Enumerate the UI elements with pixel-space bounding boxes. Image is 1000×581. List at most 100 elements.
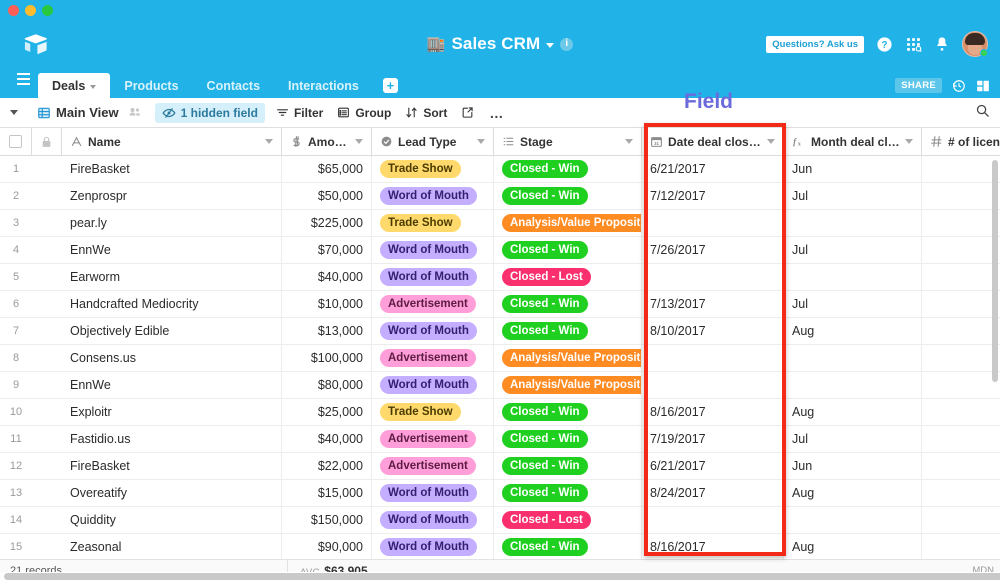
cell-lead[interactable]: Word of Mouth	[372, 237, 494, 263]
history-clock-icon[interactable]	[952, 79, 966, 93]
cell-amount[interactable]: $13,000	[282, 318, 372, 344]
cell-stage[interactable]: Analysis/Value Proposition	[494, 372, 642, 398]
column-menu-caret-icon-stage[interactable]	[625, 139, 633, 144]
cell-lic[interactable]	[922, 156, 1000, 182]
row-height-button[interactable]	[454, 103, 481, 122]
cell-lead[interactable]: Word of Mouth	[372, 318, 494, 344]
table-row[interactable]: 8Consens.us$100,000AdvertisementAnalysis…	[0, 345, 1000, 372]
horizontal-scrollbar-thumb[interactable]	[4, 573, 1000, 580]
cell-lead[interactable]: Word of Mouth	[372, 372, 494, 398]
cell-stage[interactable]: Closed - Lost	[494, 264, 642, 290]
table-row[interactable]: 9EnnWe$80,000Word of MouthAnalysis/Value…	[0, 372, 1000, 399]
cell-lead[interactable]: Advertisement	[372, 291, 494, 317]
base-name[interactable]: Sales CRM	[451, 34, 540, 54]
column-header-stage[interactable]: Stage	[494, 128, 642, 155]
sort-button[interactable]: Sort	[398, 103, 454, 123]
cell-month[interactable]	[784, 210, 922, 236]
cell-lic[interactable]	[922, 480, 1000, 506]
cell-date[interactable]: 8/16/2017	[642, 399, 784, 425]
cell-name[interactable]: Fastidio.us	[62, 426, 282, 452]
cell-amount[interactable]: $100,000	[282, 345, 372, 371]
cell-month[interactable]: Jun	[784, 453, 922, 479]
cell-amount[interactable]: $225,000	[282, 210, 372, 236]
cell-stage[interactable]: Closed - Win	[494, 426, 642, 452]
cell-lic[interactable]	[922, 345, 1000, 371]
cell-stage[interactable]: Closed - Win	[494, 453, 642, 479]
cell-name[interactable]: Quiddity	[62, 507, 282, 533]
cell-name[interactable]: FireBasket	[62, 156, 282, 182]
blocks-icon[interactable]	[976, 79, 990, 93]
notifications-bell-icon[interactable]	[934, 36, 950, 52]
cell-stage[interactable]: Closed - Win	[494, 480, 642, 506]
cell-amount[interactable]: $80,000	[282, 372, 372, 398]
cell-lic[interactable]	[922, 426, 1000, 452]
column-menu-caret-icon-amount[interactable]	[355, 139, 363, 144]
tab-interactions[interactable]: Interactions	[274, 73, 373, 98]
apps-grid-icon[interactable]	[905, 36, 922, 53]
cell-lead[interactable]: Word of Mouth	[372, 534, 494, 559]
grid-vertical-scrollbar[interactable]	[992, 160, 998, 382]
cell-month[interactable]	[784, 264, 922, 290]
cell-month[interactable]: Aug	[784, 534, 922, 559]
cell-stage[interactable]: Closed - Win	[494, 237, 642, 263]
cell-date[interactable]: 6/21/2017	[642, 453, 784, 479]
cell-month[interactable]: Aug	[784, 318, 922, 344]
cell-date[interactable]: 7/19/2017	[642, 426, 784, 452]
filter-button[interactable]: Filter	[269, 103, 330, 123]
add-table-button[interactable]: +	[383, 78, 398, 93]
cell-name[interactable]: Objectively Edible	[62, 318, 282, 344]
cell-name[interactable]: pear.ly	[62, 210, 282, 236]
column-menu-caret-icon-date[interactable]	[767, 139, 775, 144]
cell-date[interactable]	[642, 210, 784, 236]
hamburger-menu-icon[interactable]	[8, 68, 38, 98]
cell-lead[interactable]: Trade Show	[372, 156, 494, 182]
cell-lic[interactable]	[922, 210, 1000, 236]
column-menu-caret-icon-lead[interactable]	[477, 139, 485, 144]
cell-amount[interactable]: $50,000	[282, 183, 372, 209]
user-avatar[interactable]	[962, 31, 988, 57]
cell-lead[interactable]: Advertisement	[372, 426, 494, 452]
cell-lic[interactable]	[922, 372, 1000, 398]
cell-date[interactable]: 8/10/2017	[642, 318, 784, 344]
cell-lead[interactable]: Advertisement	[372, 453, 494, 479]
cell-stage[interactable]: Closed - Lost	[494, 507, 642, 533]
cell-lead[interactable]: Advertisement	[372, 345, 494, 371]
records-grid[interactable]: NameAmountLead TypeStage31Date deal clos…	[0, 128, 1000, 559]
more-options-button[interactable]: …	[481, 105, 512, 121]
table-row[interactable]: 4EnnWe$70,000Word of MouthClosed - Win7/…	[0, 237, 1000, 264]
cell-stage[interactable]: Analysis/Value Proposition	[494, 345, 642, 371]
column-header-month[interactable]: fxMonth deal closed	[784, 128, 922, 155]
airtable-logo-icon[interactable]	[12, 31, 60, 57]
cell-lead[interactable]: Trade Show	[372, 210, 494, 236]
tab-products[interactable]: Products	[110, 73, 192, 98]
cell-stage[interactable]: Analysis/Value Proposition	[494, 210, 642, 236]
search-icon[interactable]	[975, 103, 990, 123]
cell-month[interactable]: Aug	[784, 480, 922, 506]
views-sidebar-toggle-icon[interactable]	[10, 110, 18, 115]
maximize-window-button[interactable]	[42, 5, 53, 16]
ask-us-button[interactable]: Questions? Ask us	[766, 36, 864, 53]
cell-name[interactable]: EnnWe	[62, 237, 282, 263]
column-header-name[interactable]: Name	[62, 128, 282, 155]
cell-lead[interactable]: Word of Mouth	[372, 507, 494, 533]
column-menu-caret-icon-name[interactable]	[265, 139, 273, 144]
base-info-icon[interactable]: i	[560, 38, 573, 51]
cell-amount[interactable]: $40,000	[282, 264, 372, 290]
cell-name[interactable]: EnnWe	[62, 372, 282, 398]
table-row[interactable]: 6Handcrafted Mediocrity$10,000Advertisem…	[0, 291, 1000, 318]
cell-date[interactable]: 8/16/2017	[642, 534, 784, 559]
column-header-date[interactable]: 31Date deal closed	[642, 128, 784, 155]
tab-deals-caret-icon[interactable]	[90, 85, 96, 89]
cell-lic[interactable]	[922, 399, 1000, 425]
cell-month[interactable]: Jul	[784, 183, 922, 209]
table-row[interactable]: 14Quiddity$150,000Word of MouthClosed - …	[0, 507, 1000, 534]
table-row[interactable]: 10Exploitr$25,000Trade ShowClosed - Win8…	[0, 399, 1000, 426]
column-header-lic[interactable]: # of licenses	[922, 128, 1000, 155]
cell-month[interactable]	[784, 345, 922, 371]
cell-name[interactable]: Zeasonal	[62, 534, 282, 559]
cell-date[interactable]	[642, 264, 784, 290]
select-all-checkbox-box[interactable]	[9, 135, 22, 148]
cell-date[interactable]	[642, 372, 784, 398]
cell-month[interactable]: Jul	[784, 291, 922, 317]
cell-month[interactable]: Jul	[784, 426, 922, 452]
